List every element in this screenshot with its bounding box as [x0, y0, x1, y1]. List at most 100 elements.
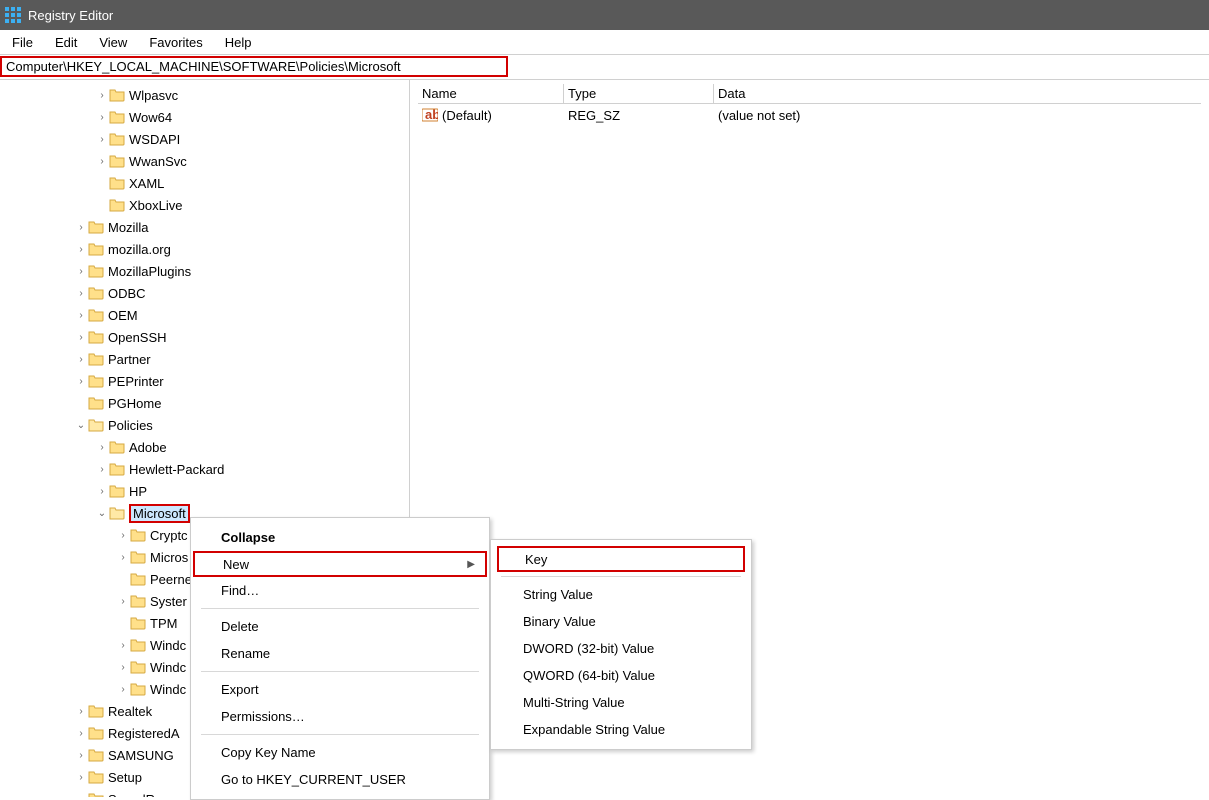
- menu-help[interactable]: Help: [225, 35, 252, 50]
- folder-icon: [88, 373, 104, 389]
- chevron-right-icon[interactable]: ›: [95, 90, 109, 101]
- sub-key[interactable]: Key: [497, 546, 745, 572]
- chevron-right-icon[interactable]: ›: [74, 332, 88, 343]
- tree-item[interactable]: XAML: [0, 172, 409, 194]
- chevron-right-icon[interactable]: ›: [95, 464, 109, 475]
- tree-label: Windc: [150, 682, 186, 697]
- ctx-rename[interactable]: Rename: [191, 640, 489, 667]
- tree-label: HP: [129, 484, 147, 499]
- folder-icon: [130, 549, 146, 565]
- folder-icon: [88, 747, 104, 763]
- folder-icon: [88, 263, 104, 279]
- tree-item[interactable]: PGHome: [0, 392, 409, 414]
- chevron-right-icon[interactable]: ›: [116, 684, 130, 695]
- menu-edit[interactable]: Edit: [55, 35, 77, 50]
- ctx-export[interactable]: Export: [191, 676, 489, 703]
- chevron-right-icon[interactable]: ›: [74, 244, 88, 255]
- ctx-collapse[interactable]: Collapse: [191, 524, 489, 551]
- chevron-right-icon[interactable]: ›: [74, 288, 88, 299]
- tree-label: Cryptc: [150, 528, 188, 543]
- ctx-find[interactable]: Find…: [191, 577, 489, 604]
- chevron-right-icon[interactable]: ›: [116, 640, 130, 651]
- folder-icon: [130, 637, 146, 653]
- ctx-copy-key[interactable]: Copy Key Name: [191, 739, 489, 766]
- tree-item[interactable]: ›OpenSSH: [0, 326, 409, 348]
- tree-item[interactable]: › OEM: [0, 304, 409, 326]
- chevron-right-icon[interactable]: ›: [74, 222, 88, 233]
- chevron-right-icon[interactable]: ›: [74, 376, 88, 387]
- chevron-right-icon[interactable]: ›: [95, 112, 109, 123]
- tree-label: Mozilla: [108, 220, 148, 235]
- tree-item[interactable]: ›Hewlett-Packard: [0, 458, 409, 480]
- chevron-right-icon[interactable]: ›: [116, 530, 130, 541]
- chevron-down-icon[interactable]: ⌄: [74, 420, 88, 431]
- tree-label: Partner: [108, 352, 151, 367]
- chevron-right-icon[interactable]: ›: [74, 310, 88, 321]
- chevron-right-icon[interactable]: ›: [74, 772, 88, 783]
- menu-file[interactable]: File: [12, 35, 33, 50]
- folder-icon: [109, 131, 125, 147]
- tree-item[interactable]: › HP: [0, 480, 409, 502]
- chevron-right-icon[interactable]: ›: [74, 354, 88, 365]
- tree-label: OEM: [108, 308, 138, 323]
- tree-label: Setup: [108, 770, 142, 785]
- ctx-permissions[interactable]: Permissions…: [191, 703, 489, 730]
- menu-fav[interactable]: Favorites: [149, 35, 202, 50]
- tree-item[interactable]: ›WwanSvc: [0, 150, 409, 172]
- folder-icon: [130, 659, 146, 675]
- sub-expand[interactable]: Expandable String Value: [491, 716, 751, 743]
- sub-dword[interactable]: DWORD (32-bit) Value: [491, 635, 751, 662]
- tree-item[interactable]: › Mozilla: [0, 216, 409, 238]
- tree-item[interactable]: ›WSDAPI: [0, 128, 409, 150]
- tree-item[interactable]: ›Wow64: [0, 106, 409, 128]
- folder-icon: [109, 175, 125, 191]
- sub-string[interactable]: String Value: [491, 581, 751, 608]
- folder-icon: [130, 615, 146, 631]
- tree-item[interactable]: ›mozilla.org: [0, 238, 409, 260]
- tree-label: Micros: [150, 550, 188, 565]
- col-type[interactable]: Type: [564, 84, 714, 103]
- tree-label: Syster: [150, 594, 187, 609]
- sub-binary[interactable]: Binary Value: [491, 608, 751, 635]
- sub-multi[interactable]: Multi-String Value: [491, 689, 751, 716]
- chevron-right-icon[interactable]: ›: [74, 706, 88, 717]
- address-bar[interactable]: Computer\HKEY_LOCAL_MACHINE\SOFTWARE\Pol…: [0, 56, 508, 77]
- col-data[interactable]: Data: [714, 84, 1201, 103]
- col-name[interactable]: Name: [418, 84, 564, 103]
- value-row[interactable]: ab (Default) REG_SZ (value not set): [418, 104, 1201, 126]
- tree-item[interactable]: ⌄Policies: [0, 414, 409, 436]
- ctx-new[interactable]: New ▶: [193, 551, 487, 577]
- ctx-delete[interactable]: Delete: [191, 613, 489, 640]
- folder-icon: [88, 219, 104, 235]
- folder-icon: [130, 571, 146, 587]
- chevron-right-icon[interactable]: ›: [95, 156, 109, 167]
- ctx-goto-hkcu[interactable]: Go to HKEY_CURRENT_USER: [191, 766, 489, 793]
- chevron-right-icon[interactable]: ›: [74, 266, 88, 277]
- folder-icon: [109, 461, 125, 477]
- chevron-right-icon[interactable]: ›: [116, 662, 130, 673]
- tree-item[interactable]: › Partner: [0, 348, 409, 370]
- sub-qword[interactable]: QWORD (64-bit) Value: [491, 662, 751, 689]
- chevron-right-icon[interactable]: ›: [95, 442, 109, 453]
- tree-item[interactable]: ›PEPrinter: [0, 370, 409, 392]
- chevron-right-icon[interactable]: ›: [74, 794, 88, 798]
- tree-item[interactable]: XboxLive: [0, 194, 409, 216]
- folder-icon: [109, 87, 125, 103]
- tree-item[interactable]: ›Wlpasvc: [0, 84, 409, 106]
- tree-item[interactable]: ›Adobe: [0, 436, 409, 458]
- tree-item[interactable]: ›MozillaPlugins: [0, 260, 409, 282]
- chevron-right-icon[interactable]: ›: [95, 486, 109, 497]
- chevron-right-icon[interactable]: ›: [116, 552, 130, 563]
- chevron-right-icon[interactable]: ›: [74, 750, 88, 761]
- tree-label: RegisteredA: [108, 726, 180, 741]
- menu-bar: File Edit View Favorites Help: [0, 30, 1209, 55]
- tree-item[interactable]: ›ODBC: [0, 282, 409, 304]
- chevron-down-icon[interactable]: ⌄: [95, 508, 109, 519]
- folder-icon: [130, 593, 146, 609]
- title-bar: Registry Editor: [0, 0, 1209, 30]
- chevron-right-icon[interactable]: ›: [116, 596, 130, 607]
- folder-icon: [88, 725, 104, 741]
- menu-view[interactable]: View: [99, 35, 127, 50]
- chevron-right-icon[interactable]: ›: [74, 728, 88, 739]
- chevron-right-icon[interactable]: ›: [95, 134, 109, 145]
